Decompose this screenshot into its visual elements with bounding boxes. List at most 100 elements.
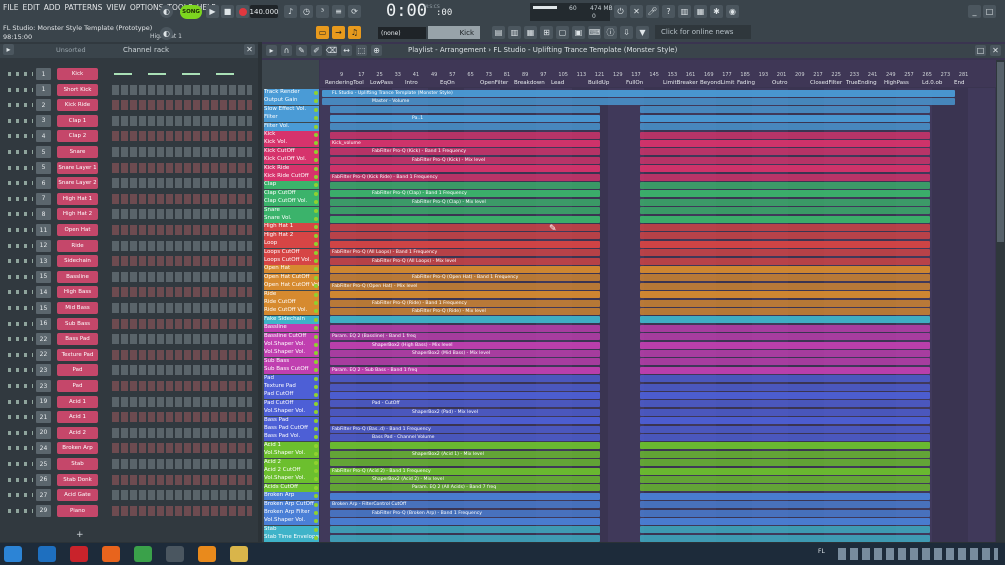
- channel-row[interactable]: 23 Pad: [0, 379, 258, 394]
- internet-explorer-icon[interactable]: [38, 546, 56, 562]
- channel-controls[interactable]: [8, 196, 33, 201]
- track-name[interactable]: High Hat 1: [264, 223, 319, 232]
- track-mute-led[interactable]: [314, 427, 318, 431]
- track-mute-led[interactable]: [314, 166, 318, 171]
- playlist-clip[interactable]: [330, 106, 600, 114]
- touch-keyboard-icon[interactable]: ⌨: [588, 26, 601, 39]
- step-sequencer[interactable]: [112, 365, 252, 376]
- channel-controls[interactable]: [8, 446, 33, 451]
- arrangement-marker[interactable]: BuildUp: [588, 80, 609, 86]
- channel-row[interactable]: 12 Ride: [0, 239, 258, 254]
- channel-name-button[interactable]: Snare Layer 1: [57, 161, 98, 174]
- track-name[interactable]: Kick CutOff Vol.: [264, 156, 319, 165]
- step-sequencer[interactable]: [112, 225, 252, 235]
- channel-controls[interactable]: [8, 228, 33, 232]
- playlist-clip[interactable]: [640, 131, 930, 139]
- track-mute-led[interactable]: [314, 107, 318, 112]
- start-icon[interactable]: [4, 546, 22, 562]
- metronome-icon[interactable]: ♪: [284, 5, 297, 18]
- track-name[interactable]: Pad: [264, 374, 319, 383]
- add-channel-button[interactable]: +: [76, 530, 84, 540]
- channel-row[interactable]: 7 High Hat 1: [0, 192, 258, 207]
- channel-controls[interactable]: [8, 103, 33, 108]
- playlist-clip[interactable]: [640, 467, 930, 475]
- menu-view[interactable]: VIEW: [106, 3, 126, 17]
- arrangement-marker[interactable]: EqOn: [440, 80, 455, 86]
- track-mute-led[interactable]: [314, 208, 318, 213]
- step-sequencer[interactable]: [112, 84, 252, 95]
- playlist-clip[interactable]: [640, 173, 930, 181]
- track-name[interactable]: Snare: [264, 206, 319, 215]
- channel-controls[interactable]: [8, 87, 33, 92]
- track-name[interactable]: Vol.Shaper Vol.: [264, 341, 319, 349]
- channel-mixer-track[interactable]: 23: [36, 380, 51, 392]
- track-name[interactable]: Snare Vol.: [264, 215, 319, 223]
- menu-options[interactable]: OPTIONS: [130, 3, 164, 17]
- maximize-icon[interactable]: □: [983, 5, 996, 18]
- track-name[interactable]: Filter: [264, 114, 319, 123]
- track-name[interactable]: Open Hat: [264, 265, 319, 274]
- channel-row[interactable]: 22 Texture Pad: [0, 348, 258, 363]
- track-name[interactable]: Slow Effect Vol.: [264, 105, 319, 114]
- track-name[interactable]: Clap: [264, 181, 319, 190]
- channel-name-button[interactable]: Piano: [57, 504, 98, 517]
- arrangement-marker[interactable]: Outro: [772, 80, 787, 86]
- channel-mixer-track[interactable]: 8: [36, 208, 51, 221]
- playlist-clip[interactable]: [330, 492, 600, 500]
- minimize-icon[interactable]: _: [968, 5, 981, 18]
- channel-controls[interactable]: [8, 384, 33, 388]
- step-sequencer[interactable]: [112, 490, 252, 501]
- plugin-icon[interactable]: ✱: [710, 5, 723, 18]
- track-mute-led[interactable]: [314, 502, 318, 507]
- channel-mixer-track[interactable]: 6: [36, 177, 51, 190]
- opera-icon[interactable]: [70, 546, 88, 562]
- play-button[interactable]: ▶: [206, 5, 219, 18]
- playlist-clip[interactable]: [640, 366, 930, 374]
- playlist-clip[interactable]: [640, 459, 930, 467]
- playlist-clip[interactable]: [330, 375, 600, 383]
- channel-mixer-track[interactable]: 16: [36, 317, 51, 330]
- channel-controls[interactable]: [8, 321, 33, 326]
- channel-controls[interactable]: [8, 243, 33, 248]
- track-mute-led[interactable]: [314, 292, 318, 297]
- firefox-icon[interactable]: [102, 546, 120, 562]
- step-sequencer[interactable]: [112, 427, 252, 438]
- playlist-clip[interactable]: [330, 266, 600, 273]
- channel-row[interactable]: 8 High Hat 2: [0, 207, 258, 222]
- channel-rack-window-icon[interactable]: ▦: [524, 26, 537, 39]
- track-name[interactable]: Acid 2 CutOff: [264, 467, 319, 475]
- playlist-clip[interactable]: [640, 207, 930, 215]
- channel-controls[interactable]: [8, 290, 33, 295]
- channel-name-button[interactable]: Bassline: [57, 270, 98, 283]
- track-mute-led[interactable]: [314, 124, 318, 129]
- track-name[interactable]: Broken Arp: [264, 492, 319, 501]
- playlist-clip[interactable]: [640, 392, 930, 399]
- channel-mixer-track[interactable]: 12: [36, 239, 51, 252]
- channel-controls[interactable]: [8, 118, 33, 123]
- track-name[interactable]: Bass Pad: [264, 416, 319, 425]
- playlist-clip[interactable]: [640, 140, 930, 147]
- channel-row[interactable]: 3 Clap 1: [0, 114, 258, 129]
- track-mute-led[interactable]: [314, 250, 318, 255]
- playlist-clip[interactable]: [330, 534, 600, 542]
- channel-mixer-track[interactable]: 5: [36, 161, 51, 174]
- step-sequencer[interactable]: [112, 459, 252, 469]
- channel-row[interactable]: 11 Open Hat: [0, 223, 258, 238]
- track-mute-led[interactable]: [314, 233, 318, 238]
- slide-icon[interactable]: →: [332, 26, 345, 39]
- channel-controls[interactable]: [8, 399, 33, 404]
- channel-controls[interactable]: [8, 165, 33, 170]
- track-mute-led[interactable]: [314, 301, 318, 305]
- help-icon[interactable]: ?: [662, 5, 675, 18]
- track-mute-led[interactable]: [314, 511, 318, 515]
- playlist-close-icon[interactable]: ✕: [990, 45, 1001, 56]
- channel-name-button[interactable]: Open Hat: [57, 224, 98, 236]
- step-sequencer[interactable]: [112, 303, 252, 313]
- channel-name-button[interactable]: Kick Ride: [57, 99, 98, 112]
- track-name[interactable]: Sub Bass CutOff: [264, 366, 319, 375]
- channel-controls[interactable]: [8, 493, 33, 498]
- channel-mixer-track[interactable]: 11: [36, 224, 51, 236]
- arrangement-marker[interactable]: Ld.0.ob: [922, 80, 942, 86]
- channel-controls[interactable]: [8, 415, 33, 420]
- channel-name-button[interactable]: Sidechain: [57, 255, 98, 268]
